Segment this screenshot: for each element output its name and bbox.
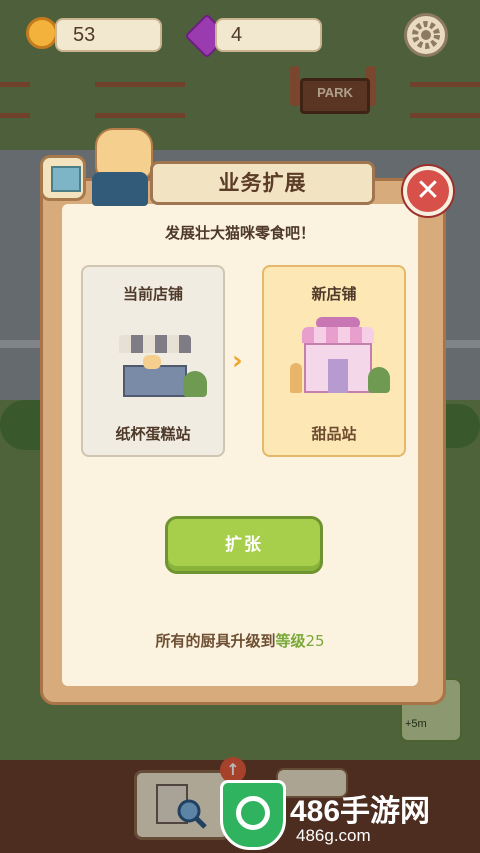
coin-count: 53	[73, 24, 96, 46]
requirement-level: 25	[305, 632, 325, 650]
map-button[interactable]	[40, 155, 86, 201]
new-shop-name: 甜品站	[311, 425, 357, 443]
gear-icon	[412, 21, 440, 49]
watermark-title: 486手游网	[290, 795, 431, 828]
dialog-title: 业务扩展	[150, 161, 375, 205]
dessert-shop-door	[328, 359, 348, 393]
settings-button[interactable]	[404, 13, 448, 57]
coin-counter: 53	[55, 18, 162, 52]
chevron-right-icon: ›	[232, 346, 243, 376]
requirement-level-word: 等级	[275, 632, 306, 650]
ice-cream-icon	[290, 363, 302, 393]
new-shop-heading: 新店铺	[311, 285, 357, 303]
close-icon: ✕	[415, 173, 441, 208]
new-shop-card: 新店铺 甜品站	[262, 265, 406, 457]
dessert-shop-awning	[302, 327, 374, 343]
current-shop-heading: 当前店铺	[122, 285, 183, 303]
gem-count: 4	[231, 24, 243, 46]
expand-button[interactable]: 扩张	[165, 516, 323, 574]
shop-cat-icon	[143, 355, 161, 369]
current-shop-card: 当前店铺 纸杯蛋糕站	[81, 265, 225, 457]
watermark-url: 486g.com	[296, 826, 371, 845]
bush-icon	[183, 371, 207, 397]
requirement-prefix: 所有的厨具升级到	[155, 632, 276, 650]
cupcake-stand-counter	[123, 365, 187, 397]
cat-mascot-body	[92, 172, 148, 206]
watermark-logo-ring	[236, 796, 270, 830]
cupcake-stand-awning	[119, 335, 191, 353]
coin-icon	[26, 17, 58, 49]
current-shop-name: 纸杯蛋糕站	[115, 425, 191, 443]
close-button[interactable]: ✕	[403, 166, 453, 216]
bush-icon	[368, 367, 390, 393]
dialog-subtitle: 发展壮大猫咪零食吧！	[164, 224, 315, 242]
map-icon	[51, 166, 81, 192]
gem-counter: 4	[215, 18, 322, 52]
upgrade-requirement: 所有的厨具升级到等级25	[62, 630, 418, 651]
